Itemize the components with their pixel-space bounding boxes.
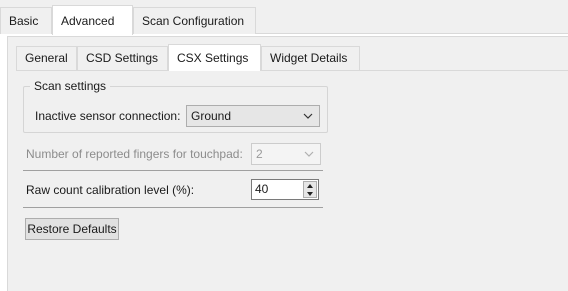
fingers-value: 2 — [256, 147, 263, 161]
scan-settings-title: Scan settings — [30, 78, 111, 94]
inactive-sensor-value: Ground — [191, 109, 232, 123]
inactive-sensor-label: Inactive sensor connection: — [35, 109, 181, 123]
tab-advanced[interactable]: Advanced — [52, 5, 133, 35]
raw-count-label: Raw count calibration level (%): — [26, 183, 195, 197]
inactive-sensor-select[interactable]: Ground — [186, 105, 320, 127]
tab-general[interactable]: General — [16, 46, 77, 70]
raw-count-value: 40 — [255, 182, 269, 196]
tab-csx-settings[interactable]: CSX Settings — [168, 44, 261, 71]
restore-defaults-button[interactable]: Restore Defaults — [25, 218, 119, 240]
chevron-down-icon — [304, 151, 314, 157]
spin-down-icon[interactable] — [304, 190, 316, 198]
spin-buttons — [303, 181, 317, 198]
chevron-down-icon — [303, 113, 313, 119]
sub-tab-divider — [16, 70, 568, 71]
tab-scan-configuration[interactable]: Scan Configuration — [133, 7, 256, 34]
spin-up-icon[interactable] — [304, 182, 316, 190]
tab-widget-details[interactable]: Widget Details — [261, 46, 360, 70]
separator — [23, 207, 323, 208]
fingers-label: Number of reported fingers for touchpad: — [26, 147, 243, 161]
tab-basic[interactable]: Basic — [0, 7, 52, 34]
separator — [23, 170, 323, 171]
tab-csd-settings[interactable]: CSD Settings — [77, 46, 168, 70]
fingers-select[interactable]: 2 — [251, 143, 321, 165]
raw-count-spinbox[interactable]: 40 — [251, 179, 319, 200]
